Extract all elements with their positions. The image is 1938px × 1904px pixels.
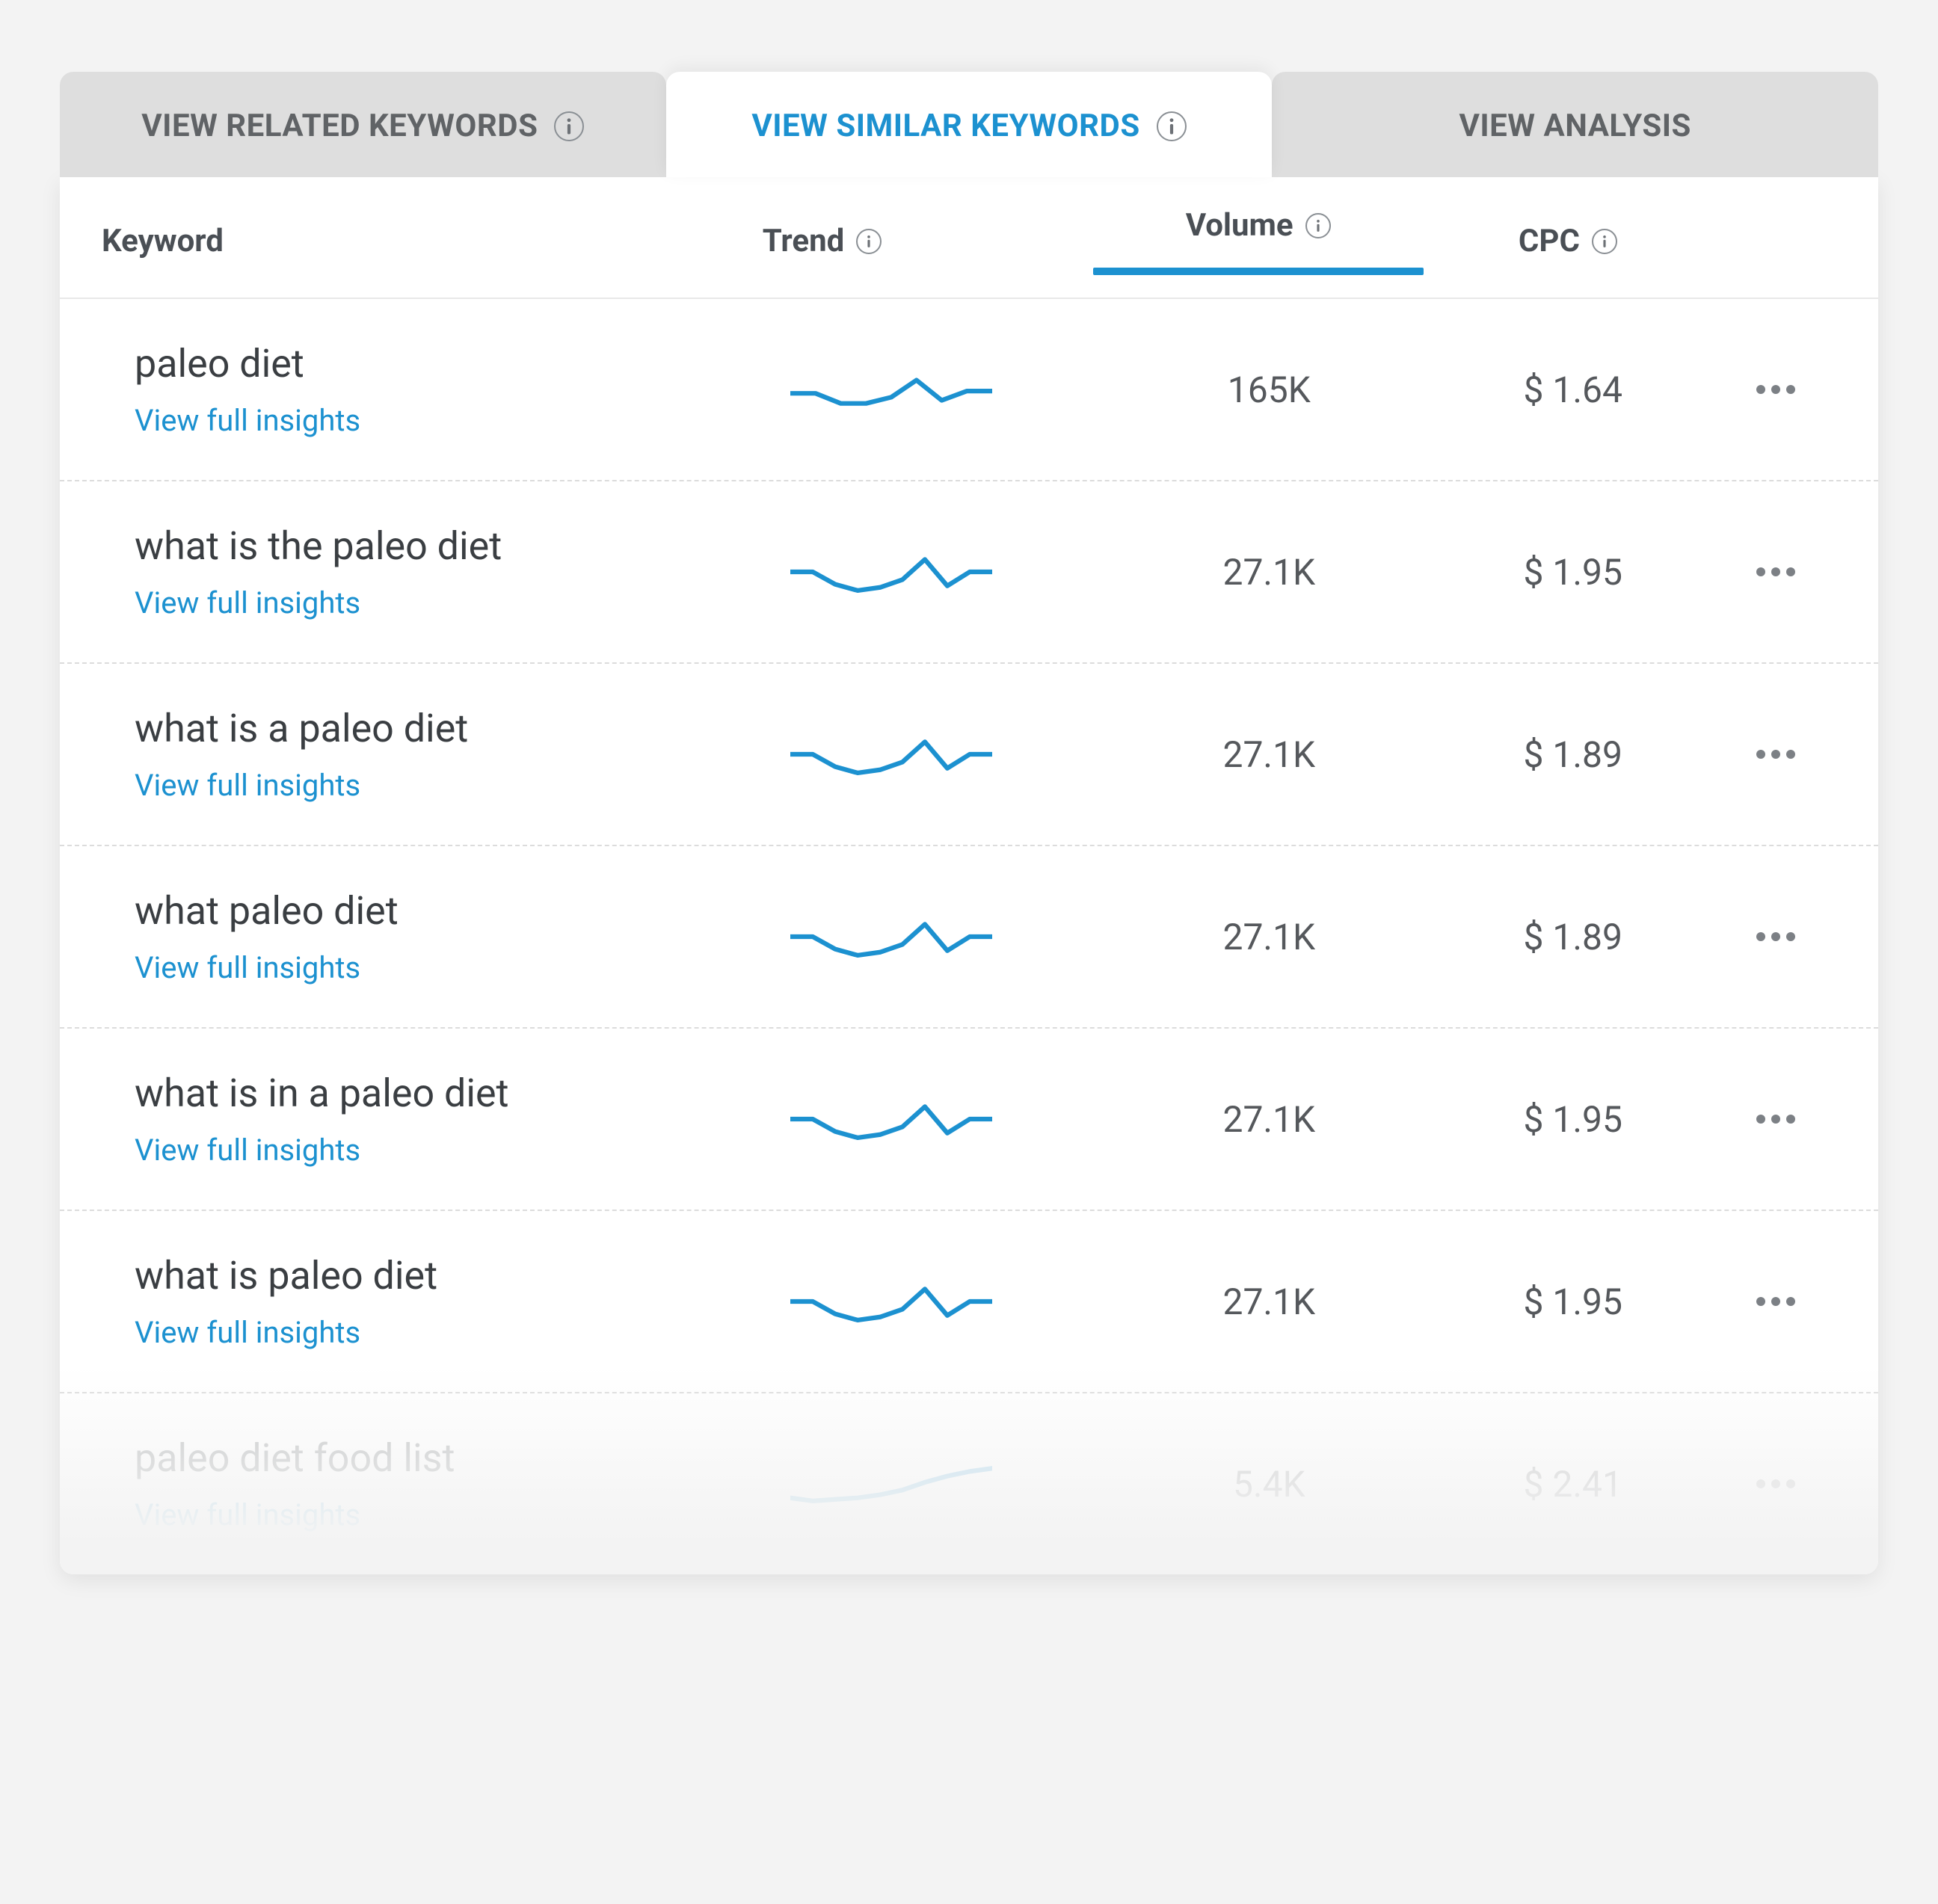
table-row: what is a paleo diet View full insights 27… [60,664,1878,846]
column-header-cpc[interactable]: CPC [1424,223,1713,259]
table-row: what paleo diet View full insights 27.1K$ … [60,846,1878,1029]
keyword-text: what paleo diet [135,888,783,934]
info-icon [554,111,584,141]
tab-similar-label: VIEW SIMILAR KEYWORDS [751,108,1139,144]
info-icon [1592,229,1617,254]
more-icon [1756,750,1795,759]
trend-sparkline [783,546,1107,598]
info-icon [1305,213,1331,238]
cpc-value: $ 2.41 [1431,1463,1714,1506]
row-more-button[interactable] [1714,567,1836,576]
column-header-trend-label: Trend [763,223,845,259]
more-icon [1756,1479,1795,1488]
keyword-text: paleo diet food list [135,1435,783,1481]
cpc-value: $ 1.95 [1431,551,1714,594]
cpc-value: $ 1.89 [1431,733,1714,776]
sort-indicator [1093,268,1424,275]
table-row: what is in a paleo diet View full insight… [60,1029,1878,1211]
volume-value: 27.1K [1107,916,1432,958]
tab-bar: VIEW RELATED KEYWORDS VIEW SIMILAR KEYWO… [60,72,1878,177]
view-full-insights-link[interactable]: View full insights [135,1497,783,1532]
column-header-trend[interactable]: Trend [763,223,1093,259]
keyword-text: paleo diet [135,341,783,386]
table-row: paleo diet View full insights 165K$ 1.64 [60,299,1878,481]
info-icon [1157,111,1187,141]
column-header-cpc-label: CPC [1519,223,1580,259]
keyword-text: what is a paleo diet [135,706,783,751]
cpc-value: $ 1.95 [1431,1098,1714,1141]
volume-value: 27.1K [1107,1281,1432,1323]
tab-related-label: VIEW RELATED KEYWORDS [141,108,538,144]
view-full-insights-link[interactable]: View full insights [135,768,783,803]
cpc-value: $ 1.64 [1431,369,1714,411]
more-icon [1756,567,1795,576]
keyword-explorer-panel: VIEW RELATED KEYWORDS VIEW SIMILAR KEYWO… [60,72,1878,1574]
keyword-cell: what is a paleo diet View full insights [135,706,783,803]
keyword-cell: paleo diet View full insights [135,341,783,438]
row-more-button[interactable] [1714,385,1836,394]
table-row: what is the paleo diet View full insights… [60,481,1878,664]
row-more-button[interactable] [1714,1115,1836,1124]
keyword-text: what is in a paleo diet [135,1070,783,1116]
more-icon [1756,932,1795,941]
volume-value: 27.1K [1107,1098,1432,1141]
column-header-volume[interactable]: Volume [1093,207,1424,275]
results-list: paleo diet View full insights 165K$ 1.64 wh… [60,299,1878,1574]
more-icon [1756,1297,1795,1306]
trend-sparkline [783,363,1107,416]
keyword-cell: paleo diet food list View full insights [135,1435,783,1532]
volume-value: 5.4K [1107,1463,1432,1506]
keyword-cell: what is the paleo diet View full insights [135,523,783,620]
cpc-value: $ 1.95 [1431,1281,1714,1323]
column-header-volume-label: Volume [1186,207,1293,244]
view-full-insights-link[interactable]: View full insights [135,585,783,620]
volume-value: 27.1K [1107,733,1432,776]
column-header-keyword[interactable]: Keyword [102,223,763,259]
table-row: paleo diet food list View full insights 5.… [60,1393,1878,1574]
trend-sparkline [783,1275,1107,1328]
tab-similar-keywords[interactable]: VIEW SIMILAR KEYWORDS [666,72,1273,177]
row-more-button[interactable] [1714,932,1836,941]
trend-sparkline [783,1093,1107,1145]
trend-sparkline [783,1458,1107,1510]
table-row: what is paleo diet View full insights 27.1… [60,1211,1878,1393]
cpc-value: $ 1.89 [1431,916,1714,958]
keyword-text: what is paleo diet [135,1253,783,1298]
row-more-button[interactable] [1714,750,1836,759]
results-card: Keyword Trend Volume CPC [60,177,1878,1574]
column-headers: Keyword Trend Volume CPC [60,177,1878,299]
keyword-text: what is the paleo diet [135,523,783,569]
more-icon [1756,385,1795,394]
keyword-cell: what is paleo diet View full insights [135,1253,783,1350]
trend-sparkline [783,911,1107,963]
info-icon [856,229,882,254]
trend-sparkline [783,728,1107,780]
volume-value: 27.1K [1107,551,1432,594]
keyword-cell: what paleo diet View full insights [135,888,783,985]
view-full-insights-link[interactable]: View full insights [135,950,783,985]
tab-related-keywords[interactable]: VIEW RELATED KEYWORDS [60,72,666,177]
column-header-keyword-label: Keyword [102,223,224,259]
more-icon [1756,1115,1795,1124]
volume-value: 165K [1107,369,1432,411]
view-full-insights-link[interactable]: View full insights [135,1133,783,1168]
row-more-button[interactable] [1714,1297,1836,1306]
view-full-insights-link[interactable]: View full insights [135,403,783,438]
tab-analysis-label: VIEW ANALYSIS [1459,108,1691,144]
tab-analysis[interactable]: VIEW ANALYSIS [1272,72,1878,177]
view-full-insights-link[interactable]: View full insights [135,1315,783,1350]
row-more-button[interactable] [1714,1479,1836,1488]
keyword-cell: what is in a paleo diet View full insight… [135,1070,783,1168]
